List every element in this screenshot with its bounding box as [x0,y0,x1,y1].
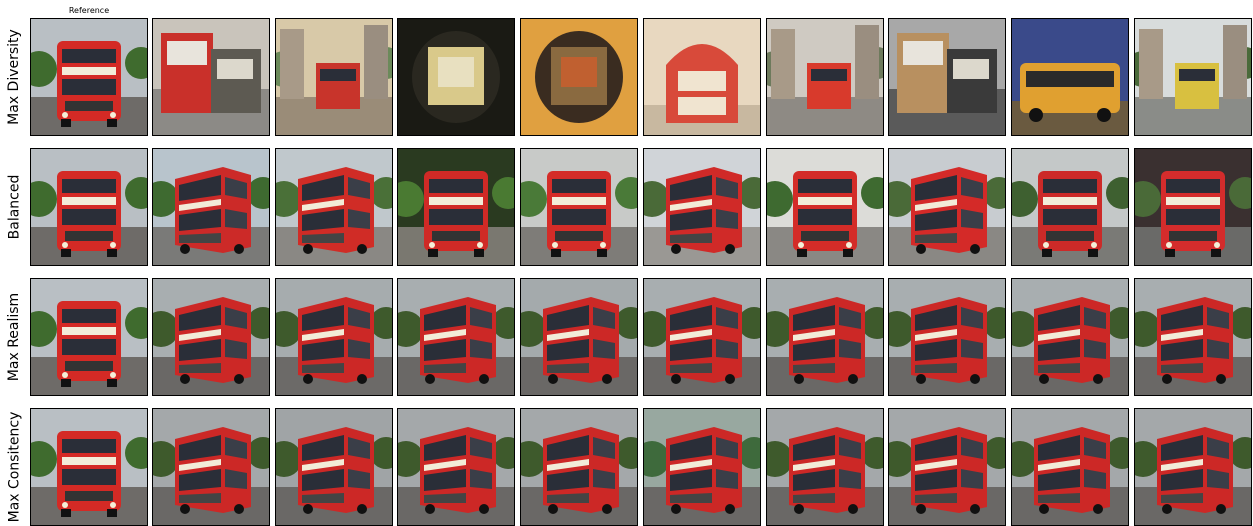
bus-image-tile [1011,18,1129,136]
bus-image-tile [152,148,270,266]
bus-image-tile [1011,278,1129,396]
bus-image [767,19,883,135]
bus-image-tile [520,148,638,266]
row-label-text: Balanced [6,174,23,240]
bus-image [889,279,1005,395]
bus-image-tile [1134,408,1252,526]
bus-image [1135,409,1251,525]
bus-image [398,279,514,395]
bus-image [521,279,637,395]
bus-image-tile [888,148,1006,266]
bus-image-tile [520,18,638,136]
bus-image-tile [152,408,270,526]
bus-image-tile [30,18,148,136]
bus-image [767,279,883,395]
bus-image-tile [397,278,515,396]
bus-image-tile [397,18,515,136]
bus-image-tile [520,408,638,526]
bus-image [153,279,269,395]
bus-image [276,149,392,265]
bus-image [644,279,760,395]
bus-image-tile [766,408,884,526]
bus-image-tile [397,408,515,526]
bus-image-tile [275,148,393,266]
bus-image [153,149,269,265]
bus-image-tile [152,278,270,396]
bus-image [889,149,1005,265]
bus-image-tile [643,148,761,266]
bus-image-tile [152,18,270,136]
bus-image-tile [520,278,638,396]
bus-image-tile [643,18,761,136]
bus-image-tile [1011,148,1129,266]
bus-image-tile [888,18,1006,136]
bus-image-tile [30,408,148,526]
bus-image [398,149,514,265]
bus-image [1012,19,1128,135]
bus-image-tile [1011,408,1129,526]
bus-image [31,409,147,525]
bus-image-tile [643,408,761,526]
bus-image [276,409,392,525]
bus-image [31,279,147,395]
bus-image-tile [1134,148,1252,266]
row-label: Max Consitency [0,408,28,526]
bus-image-tile [1134,278,1252,396]
bus-image [398,19,514,135]
row-label-text: Max Consitency [6,411,22,523]
bus-image [889,19,1005,135]
row-label-text: Max Diversity [6,29,22,125]
bus-image-tile [275,18,393,136]
bus-image [398,409,514,525]
bus-image [1135,279,1251,395]
row-label: Max Realism [0,278,28,396]
bus-image [644,19,760,135]
bus-image [1012,149,1128,265]
bus-image [276,19,392,135]
bus-image-tile [275,278,393,396]
bus-image [31,149,147,265]
bus-image [153,409,269,525]
bus-image-tile [1134,18,1252,136]
bus-image [31,19,147,135]
bus-image [521,19,637,135]
bus-image [276,279,392,395]
bus-image [153,19,269,135]
bus-image [521,149,637,265]
bus-image [1135,149,1251,265]
bus-image-tile [888,278,1006,396]
row-label: Balanced [0,148,28,266]
bus-image-tile [766,148,884,266]
bus-image [767,149,883,265]
bus-image-tile [643,278,761,396]
bus-image [889,409,1005,525]
bus-image-tile [766,18,884,136]
bus-image [644,149,760,265]
reference-label: Reference [68,6,110,15]
bus-image-tile [30,148,148,266]
bus-image-tile [397,148,515,266]
row-label-text: Max Realism [6,292,22,382]
bus-image-tile [30,278,148,396]
bus-image [1012,279,1128,395]
bus-image-tile [888,408,1006,526]
bus-image [1135,19,1251,135]
bus-image [1012,409,1128,525]
bus-image [767,409,883,525]
row-label: Max Diversity [0,18,28,136]
bus-image-tile [766,278,884,396]
bus-image [644,409,760,525]
bus-image [521,409,637,525]
bus-image-tile [275,408,393,526]
